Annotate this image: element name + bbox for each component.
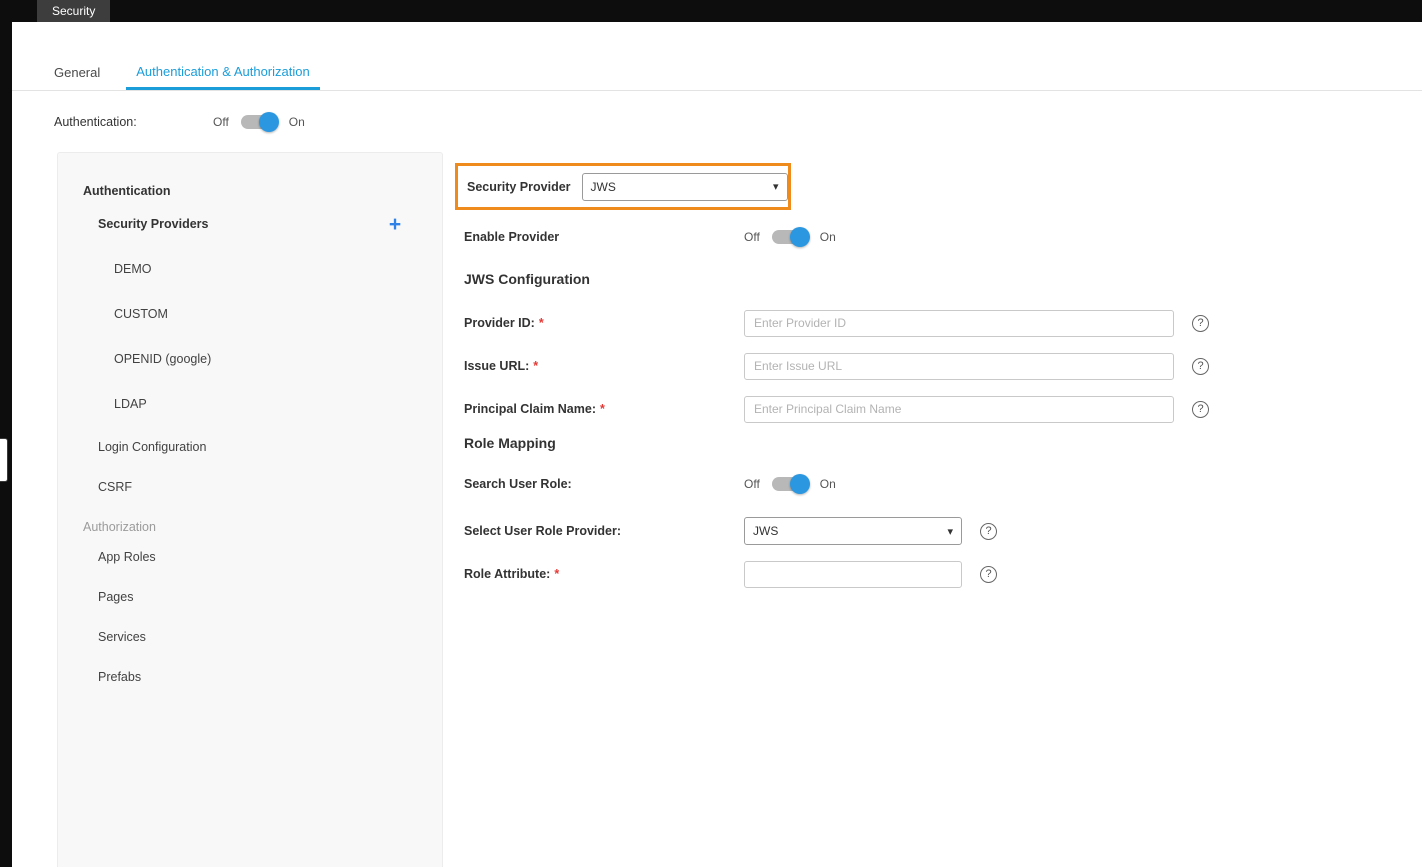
enable-provider-toggle: Off On: [744, 230, 836, 244]
toggle-off-label: Off: [744, 230, 760, 244]
sidebar-item-app-roles[interactable]: App Roles: [98, 550, 156, 564]
required-marker: *: [554, 567, 559, 581]
chevron-down-icon: ▾: [947, 525, 953, 538]
principal-claim-name-input[interactable]: [744, 396, 1174, 423]
help-icon[interactable]: ?: [1192, 358, 1209, 375]
provider-id-label: Provider ID:*: [464, 316, 744, 330]
jws-configuration-heading: JWS Configuration: [464, 271, 590, 287]
toggle-on-label: On: [820, 477, 836, 491]
security-provider-label: Security Provider: [467, 180, 571, 194]
required-marker: *: [533, 359, 538, 373]
required-marker: *: [600, 402, 605, 416]
help-icon[interactable]: ?: [980, 523, 997, 540]
panel-collapse-handle[interactable]: [0, 438, 8, 482]
sidebar-heading-authentication: Authentication: [83, 184, 171, 198]
search-user-role-row: Search User Role: Off On: [464, 470, 1422, 498]
provider-id-row: Provider ID:* ?: [464, 309, 1422, 337]
settings-tabs: General Authentication & Authorization: [12, 62, 1422, 91]
authentication-toggle-switch[interactable]: [241, 115, 277, 129]
search-user-role-label: Search User Role:: [464, 477, 744, 491]
user-role-provider-select[interactable]: JWS ▾: [744, 517, 962, 545]
select-user-role-provider-row: Select User Role Provider: JWS ▾ ?: [464, 517, 1422, 545]
issue-url-input[interactable]: [744, 353, 1174, 380]
sidebar-item-pages[interactable]: Pages: [98, 590, 133, 604]
toggle-off-label: Off: [744, 477, 760, 491]
toggle-knob: [790, 227, 810, 247]
sidebar-item-demo[interactable]: DEMO: [114, 262, 152, 276]
top-bar: Security: [0, 0, 1422, 22]
security-sidebar: Authentication Security Providers + DEMO…: [57, 152, 443, 867]
search-user-role-toggle-switch[interactable]: [772, 477, 808, 491]
security-provider-select-value: JWS: [591, 180, 616, 194]
required-marker: *: [539, 316, 544, 330]
enable-provider-label: Enable Provider: [464, 230, 744, 244]
select-user-role-provider-label: Select User Role Provider:: [464, 524, 744, 538]
sidebar-item-ldap[interactable]: LDAP: [114, 397, 147, 411]
help-icon[interactable]: ?: [1192, 401, 1209, 418]
search-user-role-toggle: Off On: [744, 477, 836, 491]
sidebar-heading-authorization: Authorization: [83, 520, 156, 534]
tab-authentication-authorization[interactable]: Authentication & Authorization: [126, 64, 319, 90]
authentication-toggle: Off On: [213, 115, 305, 129]
tab-general[interactable]: General: [54, 65, 100, 90]
sidebar-item-custom[interactable]: CUSTOM: [114, 307, 168, 321]
sidebar-item-services[interactable]: Services: [98, 630, 146, 644]
sidebar-item-security-providers[interactable]: Security Providers: [98, 217, 208, 231]
role-attribute-input[interactable]: [744, 561, 962, 588]
security-window-tab[interactable]: Security: [37, 0, 110, 22]
toggle-knob: [790, 474, 810, 494]
issue-url-row: Issue URL:* ?: [464, 352, 1422, 380]
security-settings-page: General Authentication & Authorization A…: [12, 22, 1422, 867]
chevron-down-icon: ▾: [773, 180, 779, 193]
sidebar-item-openid-google[interactable]: OPENID (google): [114, 352, 211, 366]
security-provider-highlight: Security Provider JWS ▾: [455, 163, 791, 210]
help-icon[interactable]: ?: [1192, 315, 1209, 332]
provider-config-panel: Security Provider JWS ▾ Enable Provider …: [455, 152, 1422, 867]
toggle-on-label: On: [289, 115, 305, 129]
sidebar-item-login-configuration[interactable]: Login Configuration: [98, 440, 206, 454]
provider-id-input[interactable]: [744, 310, 1174, 337]
toggle-off-label: Off: [213, 115, 229, 129]
role-attribute-row: Role Attribute:* ?: [464, 560, 1422, 588]
enable-provider-toggle-switch[interactable]: [772, 230, 808, 244]
enable-provider-row: Enable Provider Off On: [464, 223, 1422, 251]
security-window-tab-label: Security: [52, 4, 95, 18]
principal-claim-name-label: Principal Claim Name:*: [464, 402, 744, 416]
role-attribute-label: Role Attribute:*: [464, 567, 744, 581]
security-provider-select[interactable]: JWS ▾: [582, 173, 788, 201]
role-mapping-heading: Role Mapping: [464, 435, 556, 451]
issue-url-label: Issue URL:*: [464, 359, 744, 373]
add-provider-icon[interactable]: +: [385, 215, 405, 235]
toggle-knob: [259, 112, 279, 132]
authentication-toggle-row: Authentication: Off On: [54, 108, 1422, 136]
user-role-provider-select-value: JWS: [753, 524, 778, 538]
principal-claim-name-row: Principal Claim Name:* ?: [464, 395, 1422, 423]
help-icon[interactable]: ?: [980, 566, 997, 583]
sidebar-item-csrf[interactable]: CSRF: [98, 480, 132, 494]
toggle-on-label: On: [820, 230, 836, 244]
left-edge-bar: [0, 0, 12, 867]
authentication-label: Authentication:: [54, 115, 213, 129]
sidebar-item-prefabs[interactable]: Prefabs: [98, 670, 141, 684]
